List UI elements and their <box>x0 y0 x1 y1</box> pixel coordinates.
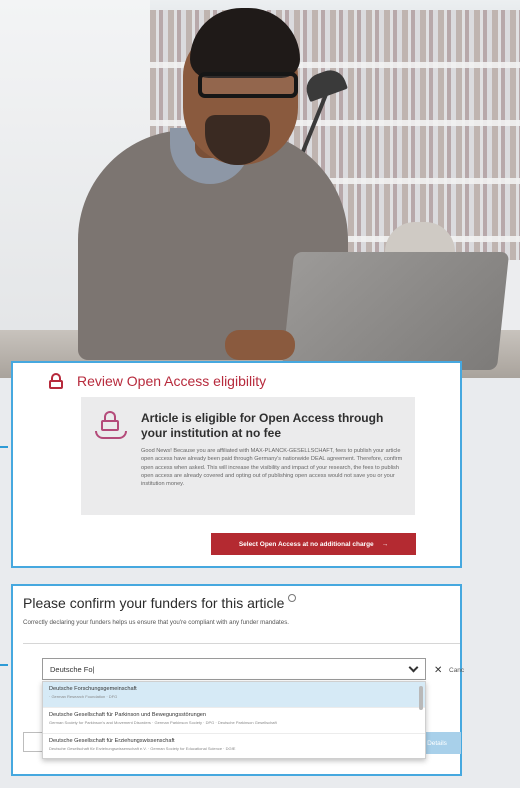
list-item-name: Deutsche Forschungsgemeinschaft <box>49 686 137 692</box>
funder-dropdown-list[interactable]: Deutsche Forschungsgemeinschaft · German… <box>42 681 426 759</box>
confirm-funders-panel: Please confirm your funders for this art… <box>11 584 464 776</box>
photo-person-hands <box>225 330 295 360</box>
eligibility-box-body: Good News! Because you are affiliated wi… <box>141 448 403 488</box>
photo-person-glasses <box>198 72 298 98</box>
dropdown-scrollbar[interactable] <box>419 686 423 710</box>
chevron-down-icon[interactable] <box>408 662 419 673</box>
select-open-access-label: Select Open Access at no additional char… <box>238 540 374 548</box>
list-item-name: Deutsche Gesellschaft für Erziehungswiss… <box>49 738 175 744</box>
funders-description: Correctly declaring your funders helps u… <box>23 619 290 626</box>
step-connector <box>0 664 8 666</box>
divider <box>23 643 460 644</box>
eligibility-info-box: Article is eligible for Open Access thro… <box>81 397 415 515</box>
eligibility-box-title: Article is eligible for Open Access thro… <box>141 411 384 440</box>
funder-checkbox[interactable] <box>23 732 43 752</box>
list-item-name: Deutsche Gesellschaft für Parkinson und … <box>49 712 207 718</box>
list-item[interactable]: Deutsche Forschungsgemeinschaft · German… <box>43 682 425 708</box>
funder-search-select[interactable]: Deutsche Fo| <box>42 658 426 680</box>
cancel-link[interactable]: Canc <box>449 667 464 674</box>
info-icon[interactable] <box>288 594 297 602</box>
select-open-access-button[interactable]: Select Open Access at no additional char… <box>211 533 416 555</box>
lock-icon <box>49 373 63 389</box>
funder-search-value: Deutsche Fo| <box>50 664 95 674</box>
eligibility-header: Review Open Access eligibility <box>49 373 266 389</box>
close-icon[interactable]: ✕ <box>434 666 442 676</box>
hero-photo <box>0 0 520 378</box>
funders-heading: Please confirm your funders for this art… <box>23 595 285 611</box>
funders-heading-row: Please confirm your funders for this art… <box>23 594 297 611</box>
photo-laptop <box>281 252 510 370</box>
list-item-meta: Deutsche Gesellschaft für Erziehungswiss… <box>49 746 236 751</box>
open-access-hand-icon <box>95 411 129 441</box>
arrow-right-icon: → <box>381 540 389 548</box>
list-item[interactable]: Deutsche Gesellschaft für Parkinson und … <box>43 708 425 734</box>
list-item-meta: German Society for Parkinson's and Movem… <box>49 720 277 725</box>
list-item-meta: · German Research Foundation · DFG <box>49 694 118 699</box>
list-item[interactable]: Deutsche Gesellschaft für Erziehungswiss… <box>43 734 425 758</box>
eligibility-heading: Review Open Access eligibility <box>77 373 267 389</box>
open-access-eligibility-panel: Review Open Access eligibility Article i… <box>11 361 462 568</box>
step-connector <box>0 446 8 448</box>
